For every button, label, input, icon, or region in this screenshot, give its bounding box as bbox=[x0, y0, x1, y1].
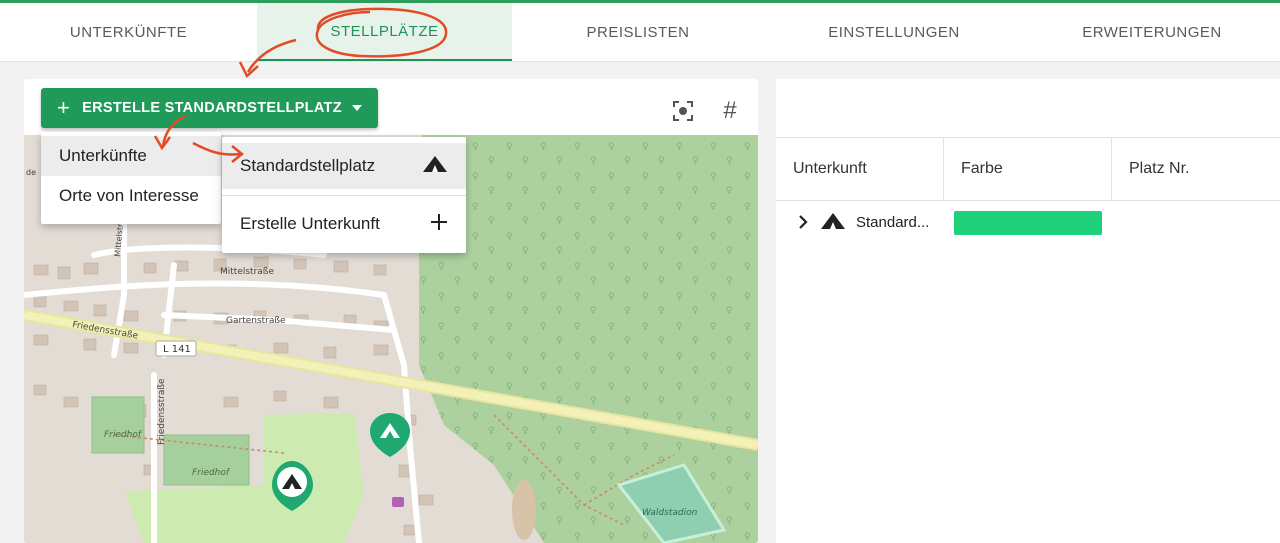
unterkuenfte-submenu: Standardstellplatz Erstelle Unterkunft bbox=[222, 137, 466, 253]
column-header-platz-nr[interactable]: Platz Nr. bbox=[1112, 138, 1280, 200]
label-de: de bbox=[26, 168, 36, 177]
tent-icon bbox=[820, 212, 846, 235]
label-friedhof-2: Friedhof bbox=[192, 468, 231, 478]
create-standard-pitch-button[interactable]: + ERSTELLE STANDARDSTELLPLATZ bbox=[41, 88, 378, 128]
caret-down-icon[interactable] bbox=[352, 105, 362, 111]
tab-stellplaetze[interactable]: STELLPLÄTZE bbox=[257, 3, 512, 61]
hash-icon[interactable]: # bbox=[716, 97, 744, 125]
tab-preislisten[interactable]: PREISLISTEN bbox=[512, 3, 764, 61]
accommodations-table-panel: Unterkunft Farbe Platz Nr. Standard... bbox=[776, 79, 1280, 543]
tent-icon bbox=[422, 155, 448, 178]
label-friedhof-1: Friedhof bbox=[104, 430, 143, 440]
submenu-item-label: Standardstellplatz bbox=[240, 156, 376, 175]
tab-erweiterungen[interactable]: ERWEITERUNGEN bbox=[1024, 3, 1280, 61]
menu-item-unterkuenfte[interactable]: Unterkünfte bbox=[41, 136, 221, 176]
color-swatch[interactable] bbox=[954, 211, 1102, 235]
label-mittelstrasse: Mittelstraße bbox=[220, 267, 274, 277]
label-waldstadion: Waldstadion bbox=[642, 508, 698, 518]
plus-icon bbox=[430, 213, 448, 236]
column-header-unterkunft[interactable]: Unterkunft bbox=[776, 138, 944, 200]
label-l141: L 141 bbox=[163, 344, 191, 355]
row-unterkunft-name: Standard... bbox=[856, 214, 930, 231]
annotation-arrowhead bbox=[238, 61, 259, 79]
focus-frame-icon[interactable] bbox=[669, 97, 697, 125]
plus-icon: + bbox=[57, 95, 71, 120]
table-header: Unterkunft Farbe Platz Nr. bbox=[776, 137, 1280, 201]
submenu-item-standardstellplatz[interactable]: Standardstellplatz bbox=[222, 143, 466, 189]
label-friedensstrasse-vertical: Friedensstraße bbox=[157, 378, 167, 445]
submenu-item-erstelle-unterkunft[interactable]: Erstelle Unterkunft bbox=[222, 201, 466, 247]
submenu-item-label: Erstelle Unterkunft bbox=[240, 214, 380, 233]
create-dropdown-menu: Unterkünfte Orte von Interesse bbox=[41, 132, 221, 224]
tab-einstellungen[interactable]: EINSTELLUNGEN bbox=[764, 3, 1024, 61]
submenu-divider bbox=[222, 195, 466, 196]
chevron-right-icon[interactable] bbox=[796, 213, 810, 236]
create-button-label: ERSTELLE STANDARDSTELLPLATZ bbox=[82, 100, 342, 116]
table-row[interactable]: Standard... bbox=[776, 201, 1280, 245]
tab-unterkuenfte[interactable]: UNTERKÜNFTE bbox=[0, 3, 257, 61]
label-gartenstrasse: Gartenstraße bbox=[226, 316, 286, 326]
menu-item-orte-von-interesse[interactable]: Orte von Interesse bbox=[41, 176, 221, 216]
column-header-farbe[interactable]: Farbe bbox=[944, 138, 1112, 200]
main-tab-bar: UNTERKÜNFTE STELLPLÄTZE PREISLISTEN EINS… bbox=[0, 3, 1280, 62]
